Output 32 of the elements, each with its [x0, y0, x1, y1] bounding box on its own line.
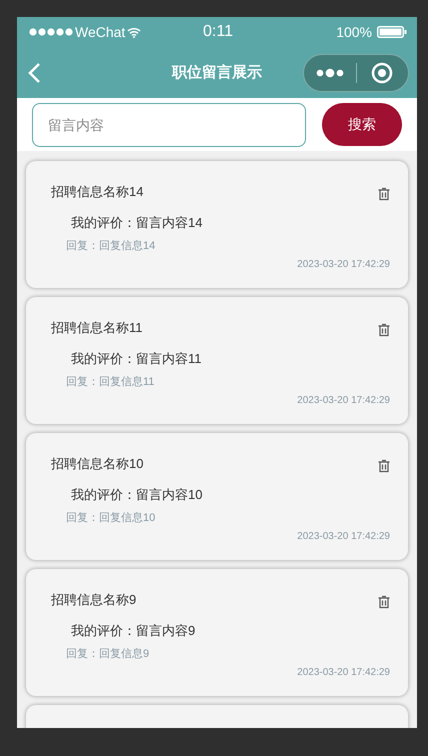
- back-icon[interactable]: [27, 62, 41, 84]
- message-time: 2023-03-20 17:42:29: [296, 259, 390, 270]
- comment-text: 我的评价：留言内容11: [71, 350, 202, 368]
- wifi-icon: [127, 26, 142, 38]
- reply-text: 回复：回复信息9: [66, 647, 150, 661]
- carrier-name: WeChat: [75, 24, 126, 40]
- close-icon[interactable]: [371, 62, 394, 84]
- page-title: 职位留言展示: [172, 63, 262, 82]
- trash-icon[interactable]: [378, 187, 390, 201]
- more-icon[interactable]: [316, 68, 344, 78]
- message-time: 2023-03-20 17:42:29: [296, 667, 390, 678]
- message-time: 2023-03-20 17:42:29: [296, 531, 390, 542]
- trash-icon[interactable]: [378, 595, 390, 609]
- job-title: 招聘信息名称11: [51, 319, 142, 337]
- battery-percent: 100%: [336, 24, 372, 40]
- message-time: 2023-03-20 17:42:29: [296, 395, 390, 406]
- trash-icon[interactable]: [378, 323, 390, 337]
- reply-text: 回复：回复信息10: [66, 511, 156, 525]
- comment-text: 我的评价：留言内容9: [71, 622, 196, 640]
- search-field[interactable]: 留言内容: [32, 102, 306, 146]
- job-title: 招聘信息名称14: [51, 183, 144, 201]
- reply-text: 回复：回复信息11: [66, 375, 156, 389]
- job-title: 招聘信息名称10: [51, 455, 144, 473]
- search-button[interactable]: 搜索: [322, 103, 402, 146]
- signal-icon: [29, 28, 73, 36]
- job-title: 招聘信息名称9: [51, 591, 136, 609]
- reply-text: 回复：回复信息14: [66, 239, 156, 253]
- status-time: 0:11: [203, 23, 233, 40]
- trash-icon[interactable]: [378, 459, 390, 473]
- comment-text: 我的评价：留言内容10: [71, 486, 204, 504]
- comment-text: 我的评价：留言内容14: [71, 214, 204, 232]
- battery-icon: [377, 26, 407, 38]
